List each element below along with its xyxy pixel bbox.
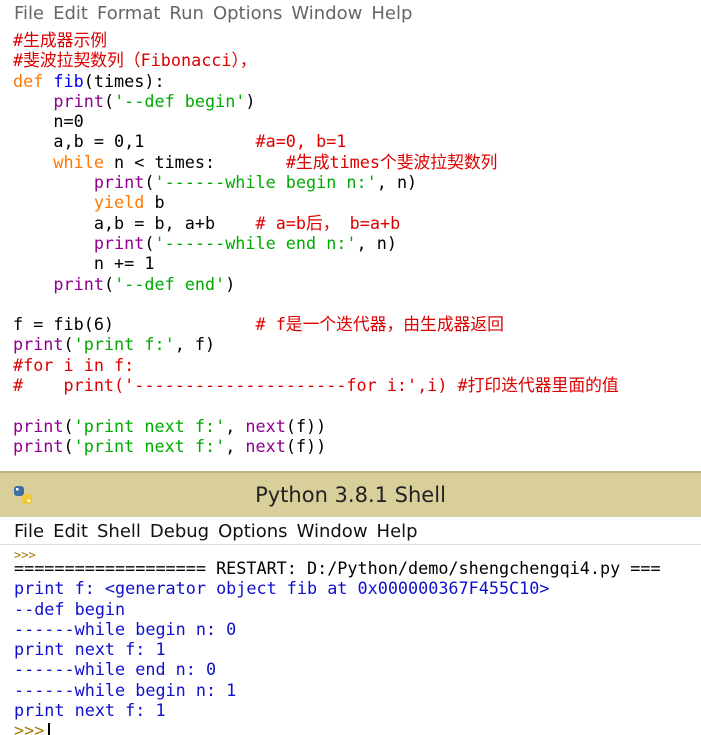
editor-menubar: File Edit Format Run Options Window Help — [0, 0, 701, 26]
menu-file[interactable]: File — [0, 3, 53, 24]
code-line: f = fib(6) # f是一个迭代器，由生成器返回 — [13, 314, 504, 335]
code-line: print('------while begin n:', n) — [93, 172, 418, 193]
shell-menu-window[interactable]: Window — [297, 521, 377, 542]
editor-window: File Edit Format Run Options Window Help… — [0, 0, 701, 471]
output-line: --def begin — [14, 598, 126, 619]
code-line: print('print f:', f) — [13, 334, 216, 355]
shell-title: Python 3.8.1 Shell — [255, 483, 446, 507]
code-line: yield b — [93, 192, 165, 213]
output-line: ------while begin n: 1 — [14, 679, 237, 700]
shell-output[interactable]: >>> =================== RESTART: D:/Pyth… — [14, 552, 701, 735]
restart-line: =================== RESTART: D:/Python/d… — [14, 558, 661, 578]
shell-menu-options[interactable]: Options — [218, 521, 296, 542]
shell-titlebar[interactable]: Python 3.8.1 Shell — [0, 473, 701, 517]
code-line: print('--def begin') — [53, 90, 256, 111]
menu-help[interactable]: Help — [371, 3, 421, 24]
shell-menu-debug[interactable]: Debug — [150, 521, 218, 542]
code-editor[interactable]: #生成器示例 #斐波拉契数列（Fibonacci）， def fib(times… — [13, 30, 701, 456]
shell-menubar: File Edit Shell Debug Options Window Hel… — [0, 518, 701, 545]
shell-prompt: >>> — [14, 720, 45, 735]
code-line: # print('---------------------for i:',i)… — [13, 375, 619, 396]
menu-format[interactable]: Format — [97, 3, 169, 24]
code-line: #for i in f: — [13, 354, 135, 375]
shell-menu-edit[interactable]: Edit — [53, 521, 97, 542]
code-line: n += 1 — [13, 253, 155, 274]
shell-menu-help[interactable]: Help — [377, 521, 427, 542]
menu-edit[interactable]: Edit — [53, 3, 97, 24]
code-line: def fib(times): — [13, 70, 165, 91]
output-line: ------while begin n: 0 — [14, 618, 237, 639]
shell-menu-shell[interactable]: Shell — [97, 521, 150, 542]
output-line: print f: <generator object fib at 0x0000… — [14, 578, 550, 599]
code-line: #斐波拉契数列（Fibonacci）， — [13, 50, 257, 71]
code-line: #生成器示例 — [13, 30, 108, 50]
code-line: while n < times: #生成times个斐波拉契数列 — [53, 151, 498, 172]
prompt-line[interactable]: >>> — [14, 720, 701, 735]
code-line: print('print next f:', next(f)) — [13, 415, 327, 436]
code-line: print('print next f:', next(f)) — [13, 435, 327, 456]
output-line: print next f: 1 — [14, 700, 166, 721]
menu-options[interactable]: Options — [213, 3, 291, 24]
code-line: print('--def end') — [53, 273, 236, 294]
output-line: print next f: 1 — [14, 639, 166, 660]
shell-menu-file[interactable]: File — [0, 521, 53, 542]
output-line: ------while end n: 0 — [14, 659, 217, 680]
text-cursor — [48, 722, 51, 735]
python-logo-icon — [14, 486, 32, 504]
code-line: n=0 — [13, 111, 84, 132]
code-line: a,b = b, a+b # a=b后， b=a+b — [13, 212, 401, 233]
code-line: print('------while end n:', n) — [93, 232, 397, 253]
menu-window[interactable]: Window — [291, 3, 371, 24]
menu-run[interactable]: Run — [169, 3, 213, 24]
code-line: a,b = 0,1 #a=0, b=1 — [13, 131, 347, 152]
